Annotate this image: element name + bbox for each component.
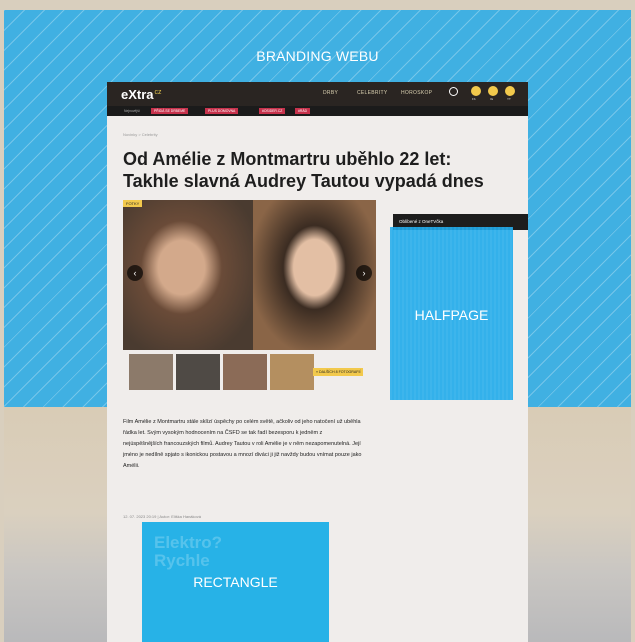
gallery-thumbnail[interactable]	[129, 354, 173, 390]
nav-item-horoskop[interactable]: HOROSKOP	[401, 90, 432, 96]
article-meta: 12. 07. 2023 20:19 | Autor: Eliška Hanák…	[123, 514, 201, 519]
search-icon[interactable]	[449, 87, 458, 96]
photo-gallery[interactable]: FOTKY ‹ ›	[123, 200, 376, 350]
rectangle-zone-label: RECTANGLE	[193, 574, 278, 590]
site-header: eXtracz DRBY CELEBRITY HOROSKOP Fb IG YT	[107, 82, 528, 106]
ad-creative-text: Elektro? Rychle	[154, 533, 223, 570]
halfpage-ad-zone[interactable]: HALFPAGE	[390, 227, 513, 400]
tag-item[interactable]: #OSIDER.CZ	[259, 108, 286, 114]
branding-zone-label: BRANDING WEBU	[256, 48, 379, 64]
tag-latest[interactable]: Nejnovější	[121, 108, 143, 114]
tag-item[interactable]: PŘIDÁ SE DRBEME	[151, 108, 189, 114]
gallery-next-arrow-icon[interactable]: ›	[356, 265, 372, 281]
gallery-thumbnail[interactable]	[223, 354, 267, 390]
ad-layout-preview: BRANDING WEBU eXtracz DRBY CELEBRITY HOR…	[4, 10, 631, 642]
tag-item[interactable]: PLUS DOMOVNA	[205, 108, 239, 114]
nav-item-celebrity[interactable]: CELEBRITY	[357, 90, 388, 96]
article-headline: Od Amélie z Montmartru uběhlo 22 let: Ta…	[123, 149, 484, 191]
facebook-icon[interactable]	[471, 86, 481, 96]
gallery-prev-arrow-icon[interactable]: ‹	[127, 265, 143, 281]
halfpage-zone-label: HALFPAGE	[414, 307, 489, 323]
instagram-icon[interactable]	[488, 86, 498, 96]
gallery-badge: FOTKY	[123, 200, 143, 207]
youtube-icon[interactable]	[505, 86, 515, 96]
rectangle-ad-zone[interactable]: Elektro? Rychle RECTANGLE	[142, 522, 329, 642]
nav-item-drby[interactable]: DRBY	[323, 90, 338, 96]
tag-item[interactable]: #RÁD	[295, 108, 311, 114]
gallery-thumbnail[interactable]	[270, 354, 314, 390]
site-logo[interactable]: eXtracz	[121, 87, 162, 102]
more-photos-link[interactable]: » DALŠÍCH 8 FOTOGRAFIÍ	[313, 368, 364, 376]
article-perex: Film Amélie z Montmartru stále sklízí ús…	[123, 419, 362, 469]
breadcrumb[interactable]: Novinky > Celebrity	[123, 132, 158, 137]
gallery-thumbnail[interactable]	[176, 354, 220, 390]
